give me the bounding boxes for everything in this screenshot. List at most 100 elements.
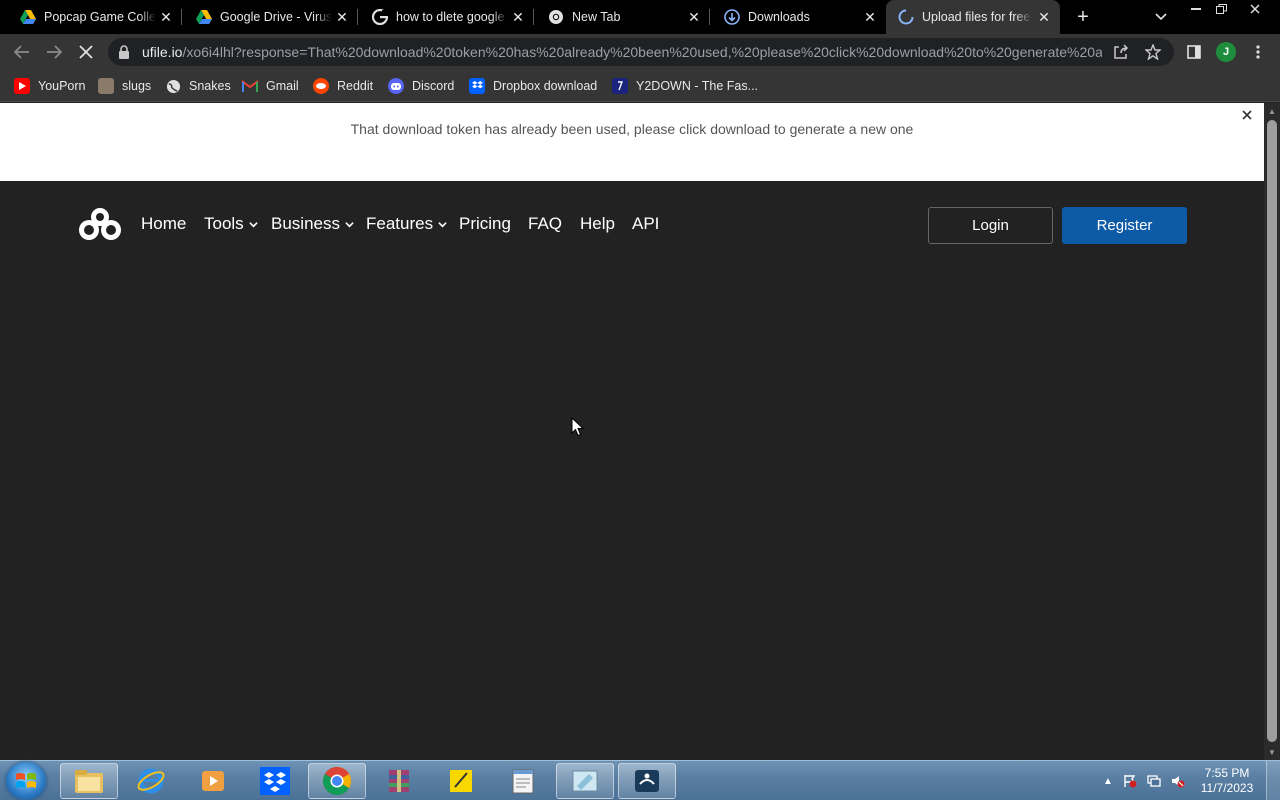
tab-new-tab[interactable]: New Tab ✕: [528, 0, 708, 34]
close-tab-icon[interactable]: ✕: [158, 9, 174, 25]
taskbar-winrar[interactable]: [370, 763, 428, 799]
gmail-icon: [242, 78, 258, 94]
register-button[interactable]: Register: [1062, 207, 1187, 244]
side-panel-icon[interactable]: [1184, 42, 1204, 62]
close-window-button[interactable]: [1242, 0, 1268, 18]
lock-icon[interactable]: [118, 45, 130, 59]
chrome-icon: [548, 9, 564, 25]
nav-api[interactable]: API: [632, 213, 659, 235]
windows-logo-icon: [16, 773, 36, 788]
volume-muted-icon[interactable]: [1170, 773, 1186, 789]
scroll-down-icon[interactable]: ▼: [1264, 744, 1280, 760]
tab-title: Downloads: [748, 10, 810, 24]
nav-faq-label: FAQ: [528, 214, 563, 233]
close-tab-icon[interactable]: ✕: [686, 9, 702, 25]
bookmark-slugs[interactable]: slugs: [98, 76, 151, 96]
nav-pricing[interactable]: Pricing: [459, 213, 511, 235]
bookmark-label: Dropbox download: [493, 79, 598, 93]
internet-explorer-icon: [137, 768, 165, 794]
url-text[interactable]: ufile.io/xo6i4lhl?response=That%20downlo…: [142, 38, 1102, 66]
bookmark-y2down[interactable]: Y2DOWN - The Fas...: [612, 76, 758, 96]
nav-home-label: Home: [141, 214, 187, 233]
nav-tools[interactable]: Tools: [204, 213, 258, 235]
tab-title: Google Drive - Virus: [220, 10, 332, 24]
nav-business-label: Business: [271, 214, 340, 233]
tab-downloads[interactable]: Downloads ✕: [704, 0, 884, 34]
chevron-down-icon: [249, 221, 258, 227]
login-button[interactable]: Login: [928, 207, 1053, 244]
address-bar[interactable]: ufile.io/xo6i4lhl?response=That%20downlo…: [108, 38, 1174, 66]
google-drive-icon: [196, 9, 212, 25]
tab-search-chevron-icon[interactable]: [1152, 8, 1170, 26]
forward-button[interactable]: [42, 40, 66, 64]
system-clock[interactable]: 7:55 PM 11/7/2023: [1196, 766, 1258, 796]
close-tab-icon[interactable]: ✕: [862, 9, 878, 25]
taskbar-chrome[interactable]: [308, 763, 366, 799]
page-scrollbar[interactable]: ▲ ▼: [1264, 103, 1280, 760]
share-icon[interactable]: [1112, 43, 1130, 61]
game-icon: [635, 770, 659, 792]
profile-avatar[interactable]: J: [1216, 42, 1236, 62]
tab-ufile-active[interactable]: Upload files for free ✕: [886, 0, 1060, 34]
notice-close-icon[interactable]: [1240, 108, 1254, 122]
bookmark-youporn[interactable]: YouPorn: [14, 76, 86, 96]
winrar-icon: [389, 770, 409, 792]
taskbar-explorer[interactable]: [60, 763, 118, 799]
notepad-icon: [512, 769, 534, 794]
new-tab-button[interactable]: +: [1072, 6, 1094, 28]
sticky-notes-icon: [450, 770, 472, 792]
bookmark-gmail[interactable]: Gmail: [242, 76, 299, 96]
taskbar-dropbox[interactable]: [246, 763, 304, 799]
tab-title: New Tab: [572, 10, 621, 24]
stop-loading-button[interactable]: [74, 40, 98, 64]
nav-features[interactable]: Features: [366, 213, 447, 235]
bookmark-discord[interactable]: Discord: [388, 76, 454, 96]
taskbar-ie[interactable]: [122, 763, 180, 799]
taskbar-game[interactable]: [618, 763, 676, 799]
start-button[interactable]: [6, 762, 46, 800]
nav-business[interactable]: Business: [271, 213, 354, 235]
ufile-logo-icon[interactable]: [76, 206, 124, 242]
scroll-thumb[interactable]: [1267, 120, 1277, 742]
notice-message: That download token has already been use…: [350, 121, 914, 137]
bookmark-label: Gmail: [266, 79, 299, 93]
tray-expand-icon[interactable]: ▲: [1100, 773, 1116, 789]
bookmark-reddit[interactable]: Reddit: [313, 76, 373, 96]
taskbar-notepad[interactable]: [494, 763, 552, 799]
mouse-cursor-icon: [571, 416, 585, 437]
taskbar-media-player[interactable]: [184, 763, 242, 799]
nav-tools-label: Tools: [204, 214, 244, 233]
network-icon[interactable]: [1146, 773, 1162, 789]
taskbar-paint[interactable]: [556, 763, 614, 799]
nav-pricing-label: Pricing: [459, 214, 511, 233]
minimize-button[interactable]: [1183, 0, 1209, 18]
bookmark-star-icon[interactable]: [1144, 43, 1162, 61]
taskbar-sticky-notes[interactable]: [432, 763, 490, 799]
action-center-flag-icon[interactable]: [1122, 773, 1138, 789]
close-tab-icon[interactable]: ✕: [510, 9, 526, 25]
restore-button[interactable]: [1208, 0, 1234, 18]
discord-icon: [388, 78, 404, 94]
close-tab-icon[interactable]: ✕: [334, 9, 350, 25]
tab-google-search[interactable]: how to dlete google ✕: [352, 0, 532, 34]
bookmark-label: Y2DOWN - The Fas...: [636, 79, 759, 93]
clock-date: 11/7/2023: [1200, 781, 1254, 795]
scroll-up-icon[interactable]: ▲: [1264, 103, 1280, 119]
dropbox-icon: [260, 767, 290, 795]
page-viewport: That download token has already been use…: [0, 103, 1264, 760]
downloads-icon: [724, 9, 740, 25]
notice-banner: That download token has already been use…: [0, 103, 1264, 181]
bookmark-dropbox[interactable]: Dropbox download: [469, 76, 597, 96]
nav-help[interactable]: Help: [580, 213, 615, 235]
close-tab-icon[interactable]: ✕: [1036, 9, 1052, 25]
nav-faq[interactable]: FAQ: [528, 213, 562, 235]
bookmark-snakes[interactable]: Snakes: [165, 76, 231, 96]
tab-popcap[interactable]: Popcap Game Collection ✕: [0, 0, 180, 34]
more-menu-icon[interactable]: [1248, 42, 1268, 62]
tab-google-drive[interactable]: Google Drive - Virus ✕: [176, 0, 356, 34]
show-desktop-button[interactable]: [1266, 761, 1280, 800]
nav-home[interactable]: Home: [141, 213, 186, 235]
back-button[interactable]: [10, 40, 34, 64]
windows-taskbar: ▲ 7:55 PM 11/7/2023: [0, 760, 1280, 800]
browser-toolbar: ufile.io/xo6i4lhl?response=That%20downlo…: [0, 34, 1280, 70]
